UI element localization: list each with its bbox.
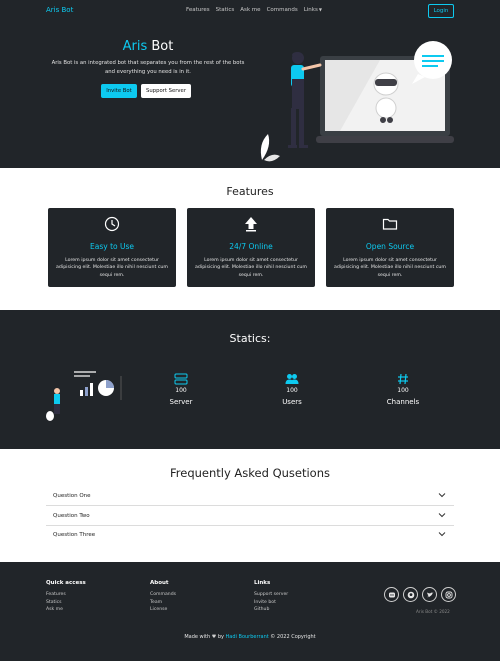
feature-desc: Lorem ipsum dolor sit amet consectetur a…	[195, 258, 307, 278]
footer-col-heading: Links	[254, 580, 271, 586]
nav-links-dropdown[interactable]: Links▼	[304, 7, 322, 13]
server-icon	[174, 373, 188, 385]
footer-link[interactable]: Team	[150, 599, 176, 607]
faq-item[interactable]: Question Three	[46, 525, 454, 545]
footer-col-heading: Quick access	[46, 580, 86, 586]
stat-value: 100	[175, 387, 187, 394]
chevron-down-icon	[438, 513, 446, 518]
stat-label: Channels	[386, 398, 420, 406]
footer-link[interactable]: Github	[254, 606, 288, 614]
feature-desc: Lorem ipsum dolor sit amet consectetur a…	[56, 258, 168, 278]
feature-card-online: 24/7 Online Lorem ipsum dolor sit amet c…	[187, 208, 315, 287]
footer-link[interactable]: Commands	[150, 591, 176, 599]
statics-illustration	[46, 371, 122, 421]
footer-link[interactable]: Invite bot	[254, 599, 288, 607]
stat-channels: 100 Channels	[378, 373, 428, 413]
discord-icon	[388, 592, 395, 597]
footer-col-heading: About	[150, 580, 169, 586]
social-links	[384, 587, 456, 602]
hash-icon	[398, 373, 408, 385]
folder-icon	[382, 218, 398, 230]
feature-title: Easy to Use	[90, 242, 134, 251]
made-suffix: © 2022 Copyright	[268, 634, 316, 640]
faq-item[interactable]: Question Two	[46, 506, 454, 526]
nav-features[interactable]: Features	[186, 7, 210, 13]
feature-desc: Lorem ipsum dolor sit amet consectetur a…	[334, 258, 446, 278]
nav-statics[interactable]: Statics	[216, 7, 235, 13]
stat-value: 100	[286, 387, 298, 394]
twitter-icon	[426, 591, 433, 597]
feature-title: Open Source	[365, 242, 415, 251]
author-link[interactable]: Hadi Bourberrant	[226, 634, 269, 640]
footer-copyright-small: Aris Bot © 2022	[416, 609, 450, 614]
feature-title: 24/7 Online	[229, 242, 273, 251]
twitter-button[interactable]	[422, 587, 437, 602]
faq-item[interactable]: Question One	[46, 486, 454, 506]
hero-title-accent: Aris	[122, 39, 148, 54]
footer-col-links: Links Support server Invite bot Github	[254, 580, 288, 614]
faq-question: Question Two	[53, 513, 90, 519]
chevron-down-icon	[438, 493, 446, 498]
statics-section: Statics: 100 Server 100 Users 100 Channe…	[0, 310, 500, 449]
login-button[interactable]: Login	[428, 4, 454, 18]
instagram-icon	[445, 591, 452, 598]
brand-link[interactable]: Aris Bot	[46, 6, 73, 14]
nav-links-label: Links	[303, 7, 318, 13]
feature-card-open-source: Open Source Lorem ipsum dolor sit amet c…	[326, 208, 454, 287]
faq-question: Question One	[53, 493, 91, 499]
stat-label: Users	[282, 398, 302, 406]
discord-button[interactable]	[384, 587, 399, 602]
nav-commands[interactable]: Commands	[267, 7, 298, 13]
nav-links: Features Statics Ask me Commands Links▼	[186, 7, 322, 13]
made-prefix: Made with	[184, 634, 212, 640]
feature-card-easy: Easy to Use Lorem ipsum dolor sit amet c…	[48, 208, 176, 287]
github-icon	[407, 591, 414, 598]
faq-question: Question Three	[53, 532, 96, 538]
faq-section: Frequently Asked Qusetions Question One …	[0, 449, 500, 562]
stat-users: 100 Users	[267, 373, 317, 413]
chevron-down-icon	[438, 532, 446, 537]
caret-down-icon: ▼	[318, 7, 322, 12]
invite-bot-button[interactable]: Invite Bot	[101, 84, 137, 98]
hero-illustration	[260, 41, 454, 162]
navbar: Aris Bot Features Statics Ask me Command…	[0, 0, 500, 22]
hero-title-rest: Bot	[147, 39, 174, 54]
footer-link[interactable]: Ask me	[46, 606, 86, 614]
hero-description: Aris Bot is an integrated bot that separ…	[51, 60, 245, 75]
statics-title: Statics:	[229, 332, 271, 345]
footer-link[interactable]: Support server	[254, 591, 288, 599]
made-by: by	[216, 634, 226, 640]
instagram-button[interactable]	[441, 587, 456, 602]
features-section: Features Easy to Use Lorem ipsum dolor s…	[0, 168, 500, 310]
faq-title: Frequently Asked Qusetions	[169, 466, 330, 480]
nav-ask-me[interactable]: Ask me	[240, 7, 260, 13]
stat-server: 100 Server	[156, 373, 206, 413]
footer-link[interactable]: Statics	[46, 599, 86, 607]
footer-col-about: About Commands Team License	[150, 580, 176, 614]
clock-icon	[104, 216, 120, 232]
stat-value: 100	[397, 387, 409, 394]
footer-link[interactable]: Features	[46, 591, 86, 599]
github-button[interactable]	[403, 587, 418, 602]
footer: Quick access Features Statics Ask me Abo…	[0, 562, 500, 661]
footer-col-quick-access: Quick access Features Statics Ask me	[46, 580, 86, 614]
upload-arrow-icon	[245, 217, 257, 232]
support-server-button[interactable]: Support Server	[141, 84, 191, 98]
hero-section: Aris Bot Aris Bot is an integrated bot t…	[0, 22, 500, 168]
stat-label: Server	[169, 398, 193, 406]
made-with-line: Made with ♥ by Hadi Bourberrant © 2022 C…	[0, 634, 500, 640]
footer-link[interactable]: License	[150, 606, 176, 614]
users-icon	[285, 374, 299, 384]
features-title: Features	[226, 185, 274, 198]
